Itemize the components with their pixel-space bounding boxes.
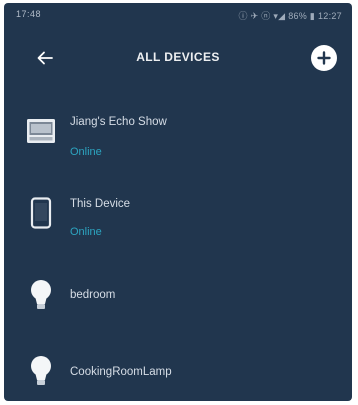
phone-device-icon bbox=[24, 193, 58, 233]
device-name: Jiang's Echo Show bbox=[70, 116, 167, 128]
device-item-this-device[interactable]: This Device Online bbox=[4, 188, 352, 258]
status-indicators: ⓘ ✈ ⓝ ▾◢ 86% ▮ 12:27 bbox=[238, 11, 342, 21]
device-status: Online bbox=[70, 226, 102, 238]
echo-show-icon bbox=[24, 111, 58, 151]
device-name: This Device bbox=[70, 198, 131, 210]
add-device-button[interactable] bbox=[311, 45, 337, 71]
status-time-left: 17:48 bbox=[16, 9, 42, 19]
light-bulb-icon bbox=[24, 275, 58, 315]
device-item-echo-show[interactable]: Jiang's Echo Show Online bbox=[4, 98, 352, 168]
header-bar: ALL DEVICES bbox=[4, 33, 352, 83]
device-item-bedroom[interactable]: bedroom bbox=[4, 270, 352, 340]
app-screen: 17:48 ⓘ ✈ ⓝ ▾◢ 86% ▮ 12:27 ALL DEVICES J… bbox=[4, 3, 352, 401]
device-name: bedroom bbox=[70, 289, 116, 301]
plus-icon bbox=[317, 51, 331, 65]
device-name: CookingRoomLamp bbox=[70, 366, 172, 378]
device-item-cookingroomlamp[interactable]: CookingRoomLamp bbox=[4, 351, 352, 401]
light-bulb-icon bbox=[24, 351, 58, 391]
status-bar: 17:48 ⓘ ✈ ⓝ ▾◢ 86% ▮ 12:27 bbox=[4, 3, 352, 25]
page-title: ALL DEVICES bbox=[136, 50, 220, 64]
device-status: Online bbox=[70, 146, 102, 158]
